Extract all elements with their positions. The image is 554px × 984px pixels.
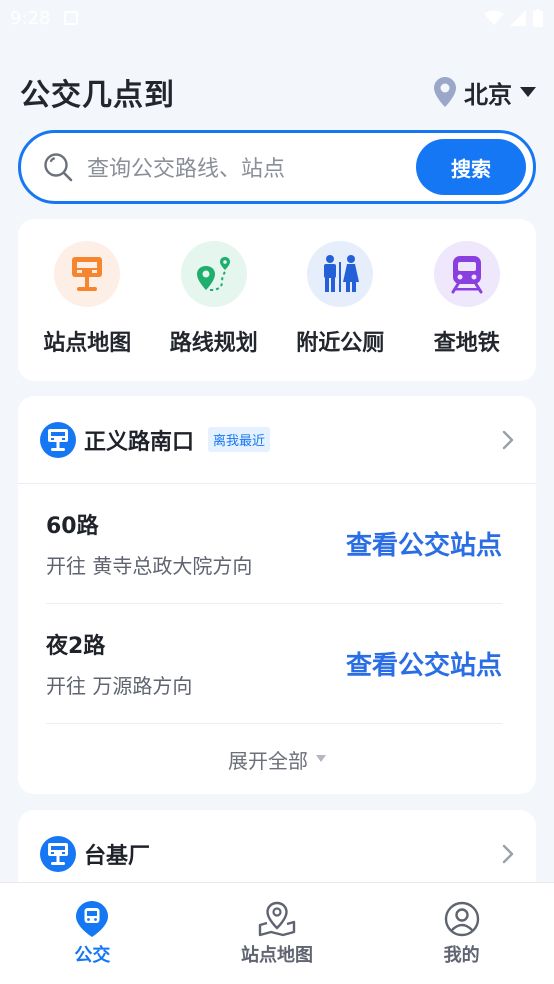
bottom-nav: 公交 站点地图 我的 [0,882,554,984]
map-pin-icon [258,901,296,937]
header: 公交几点到 北京 [20,70,536,114]
station-name: 台基厂 [84,844,151,869]
route-pin-icon [180,241,247,307]
city-name: 北京 [464,80,512,109]
route-info: 夜2路 开往 万源路方向 [46,628,346,699]
route-direction: 开往 万源路方向 [46,674,193,698]
caret-down-icon [316,755,326,762]
nearest-badge: 离我最近 [208,427,271,452]
quick-action-nearby-restroom[interactable]: 附近公厕 [279,241,401,381]
route-row: 60路 开往 黄寺总政大院方向 查看公交站点 [46,484,502,604]
subway-train-icon [433,241,500,307]
quick-action-label: 附近公厕 [296,331,385,356]
nav-item-profile[interactable]: 我的 [402,901,522,967]
chevron-right-icon [502,430,514,449]
nav-label: 站点地图 [240,945,313,966]
bus-stop-icon [40,421,76,458]
quick-actions-card: 站点地图 路线规划 附近公厕 查地铁 [18,219,536,381]
expand-all-label: 展开全部 [228,748,308,773]
quick-action-route-planning[interactable]: 路线规划 [153,241,275,381]
search-button[interactable]: 搜索 [416,139,526,195]
view-stops-link[interactable]: 查看公交站点 [346,525,502,562]
restroom-icon [307,241,374,307]
caret-down-icon [520,87,536,97]
station-header[interactable]: 正义路南口 离我最近 [18,396,536,484]
route-direction: 开往 黄寺总政大院方向 [46,554,253,578]
user-profile-icon [444,901,479,937]
view-stops-link[interactable]: 查看公交站点 [346,645,502,682]
route-row: 夜2路 开往 万源路方向 查看公交站点 [46,604,502,724]
quick-action-label: 查地铁 [433,331,500,356]
status-icons [484,9,544,27]
city-selector[interactable]: 北京 [434,75,536,110]
nav-label: 我的 [443,945,480,966]
search-input[interactable]: 查询公交路线、站点 [87,151,416,183]
signal-icon [510,10,526,26]
expand-all-button[interactable]: 展开全部 [18,724,536,794]
nav-item-station-map[interactable]: 站点地图 [217,901,337,967]
chevron-right-icon [502,844,514,864]
search-icon [44,153,73,182]
station-name: 正义路南口 [84,429,195,455]
status-bar: 9:28 [0,0,554,36]
bus-stop-icon [40,836,76,872]
wifi-icon [484,10,504,25]
route-name: 60路 [46,514,99,539]
page-title: 公交几点到 [20,78,175,113]
location-pin-icon [434,77,456,107]
battery-icon [533,9,543,27]
station-card: 正义路南口 离我最近 60路 开往 黄寺总政大院方向 查看公交站点 夜2路 开往… [18,396,536,794]
quick-action-station-map[interactable]: 站点地图 [26,241,148,381]
quick-action-label: 路线规划 [169,331,258,356]
route-name: 夜2路 [46,634,106,659]
bus-icon [76,901,109,937]
bus-stop-sign-icon [54,241,121,307]
notification-icon [64,11,79,25]
nav-item-bus[interactable]: 公交 [32,901,152,967]
route-info: 60路 开往 黄寺总政大院方向 [46,508,346,579]
nav-label: 公交 [74,945,111,966]
status-time: 9:28 [10,7,51,29]
search-bar[interactable]: 查询公交路线、站点 搜索 [18,130,536,204]
quick-action-label: 站点地图 [43,331,132,356]
quick-action-subway[interactable]: 查地铁 [406,241,528,381]
